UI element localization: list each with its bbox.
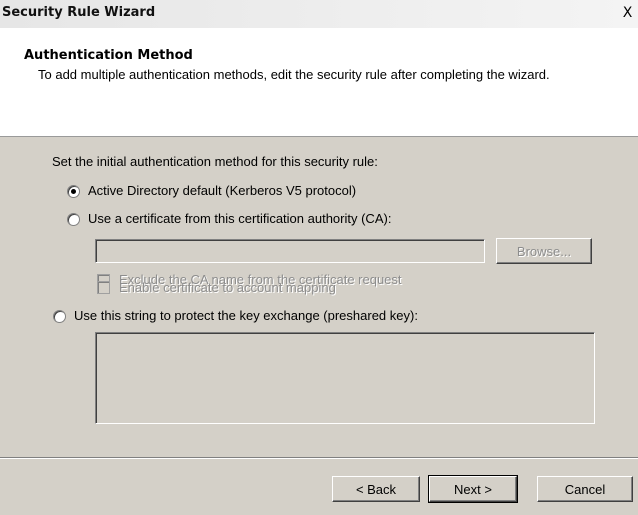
page-title: Authentication Method [24, 48, 193, 63]
back-button[interactable]: < Back [332, 476, 420, 502]
title-bar: Security Rule Wizard X [0, 0, 638, 29]
radio-kerberos-label[interactable]: Active Directory default (Kerberos V5 pr… [88, 183, 356, 198]
radio-certificate-label[interactable]: Use a certificate from this certificatio… [88, 211, 391, 226]
wizard-header: Authentication Method To add multiple au… [0, 28, 638, 137]
radio-certificate[interactable] [67, 213, 80, 226]
ca-input [95, 239, 485, 263]
radio-kerberos[interactable] [67, 185, 80, 198]
page-description: To add multiple authentication methods, … [38, 67, 550, 82]
footer-separator [0, 457, 638, 459]
close-icon[interactable]: X [619, 6, 636, 22]
cancel-button[interactable]: Cancel [537, 476, 633, 502]
intro-text: Set the initial authentication method fo… [52, 154, 378, 169]
browse-button: Browse... [496, 238, 592, 264]
window-title: Security Rule Wizard [2, 5, 156, 20]
radio-preshared-key[interactable] [53, 310, 66, 323]
account-mapping-checkbox [97, 281, 110, 294]
radio-preshared-key-label[interactable]: Use this string to protect the key excha… [74, 308, 418, 323]
preshared-key-textarea [95, 332, 595, 424]
radio-selected-dot [71, 189, 76, 194]
account-mapping-label: Enable certificate to account mapping [119, 280, 336, 295]
next-button[interactable]: Next > [428, 475, 518, 503]
